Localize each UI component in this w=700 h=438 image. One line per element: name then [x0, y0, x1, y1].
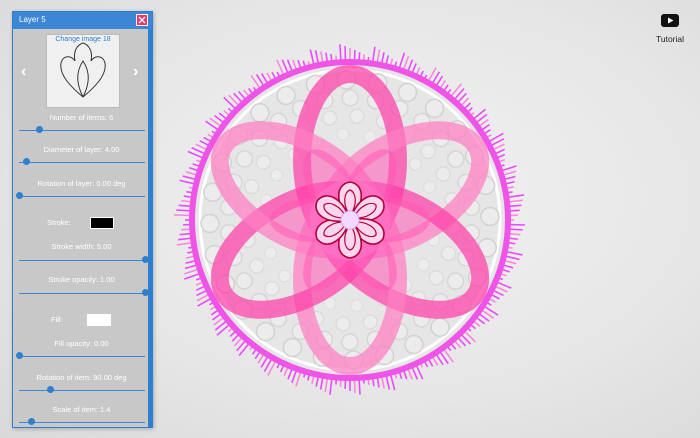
fill-opacity-label: Fill opacity: 0.00: [54, 339, 109, 348]
tutorial-label: Tutorial: [655, 34, 685, 44]
rotation-of-item-slider[interactable]: [19, 386, 145, 394]
panel-title: Layer 5: [19, 15, 46, 24]
panel-scrollbar[interactable]: [148, 29, 152, 427]
fill-opacity-slider[interactable]: [15, 352, 145, 360]
slider-thumb[interactable]: [47, 386, 54, 393]
previous-image-icon[interactable]: ‹: [21, 64, 26, 80]
panel-header: Layer 5: [13, 12, 152, 29]
stroke-label: Stroke:: [47, 218, 71, 227]
next-image-icon[interactable]: ›: [133, 64, 138, 80]
slider-thumb[interactable]: [15, 352, 23, 359]
slider-thumb[interactable]: [23, 158, 31, 165]
change-image-link[interactable]: Change image 18: [47, 36, 119, 43]
rotation-of-layer-label: Rotation of layer: 0.00 deg: [37, 179, 126, 188]
scale-of-item-label: Scale of item: 1.4: [52, 405, 111, 414]
rotation-of-layer-slider[interactable]: [15, 192, 145, 200]
slider-thumb[interactable]: [141, 256, 149, 263]
youtube-play-icon: [661, 14, 679, 27]
stroke-opacity-slider[interactable]: [19, 289, 149, 297]
slider-thumb[interactable]: [141, 289, 149, 296]
stroke-opacity-label: Stroke opacity: 1.00: [48, 275, 115, 284]
core-layer: [310, 180, 390, 260]
scale-of-item-slider[interactable]: [19, 418, 145, 426]
slider-thumb[interactable]: [15, 192, 23, 199]
leaf-shape-preview: [60, 42, 106, 98]
slider-thumb[interactable]: [35, 126, 43, 133]
image-preview[interactable]: Change image 18: [46, 34, 120, 108]
diameter-label: Diameter of layer: 4.00: [43, 145, 120, 154]
fill-label: Fill:: [51, 315, 63, 324]
mandala-canvas[interactable]: [173, 43, 527, 397]
stroke-width-label: Stroke width: 5.00: [51, 242, 112, 251]
stroke-width-slider[interactable]: [19, 256, 149, 264]
slider-thumb[interactable]: [28, 418, 36, 425]
stroke-color-swatch[interactable]: [90, 217, 114, 229]
layer-panel: Layer 5 ‹ › Change image 18 Number of it…: [12, 11, 153, 428]
tutorial-button[interactable]: Tutorial: [652, 14, 688, 44]
number-of-items-label: Number of items: 6: [49, 113, 114, 122]
rotation-of-item-label: Rotation of item: 90.00 deg: [36, 373, 127, 382]
diameter-slider[interactable]: [19, 158, 145, 166]
number-of-items-slider[interactable]: [19, 126, 145, 134]
close-button[interactable]: [136, 14, 148, 26]
close-icon: [138, 16, 146, 24]
fill-color-swatch[interactable]: [87, 314, 111, 326]
